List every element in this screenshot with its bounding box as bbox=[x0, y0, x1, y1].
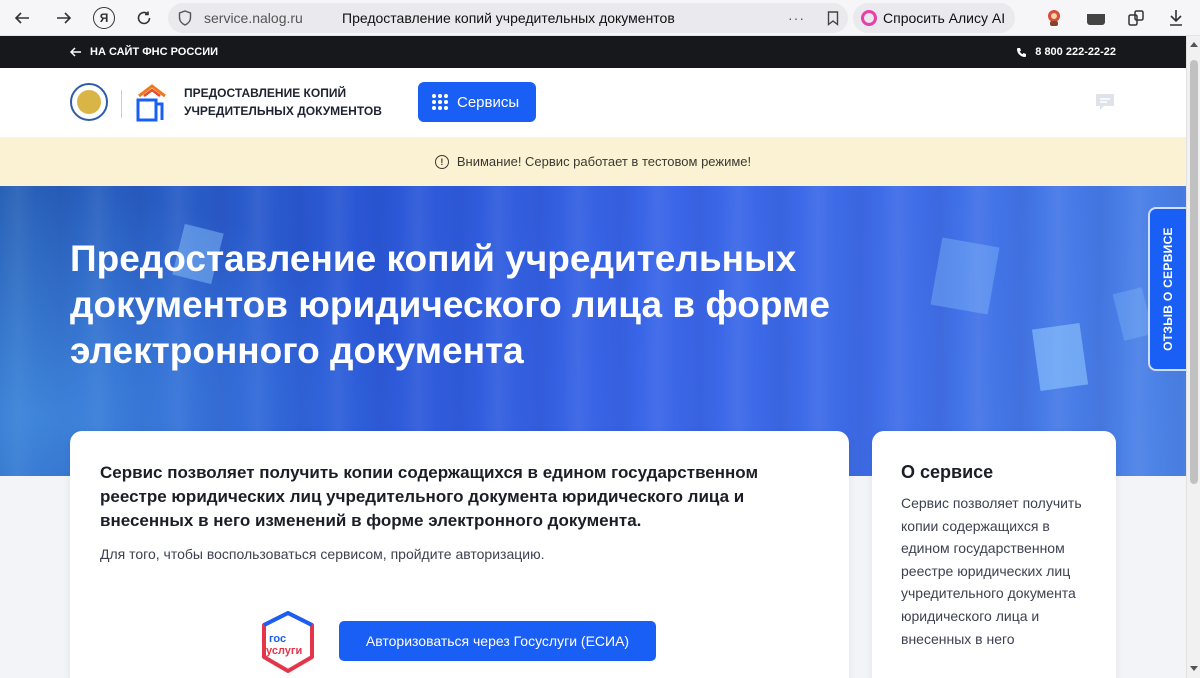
forward-arrow-icon[interactable] bbox=[44, 0, 84, 36]
page-scrollbar[interactable] bbox=[1186, 36, 1200, 678]
feedback-label: ОТЗЫВ О СЕРВИСЕ bbox=[1161, 227, 1176, 351]
url-domain: service.nalog.ru bbox=[204, 10, 303, 26]
download-icon[interactable] bbox=[1156, 0, 1196, 36]
back-to-fns-link[interactable]: НА САЙТ ФНС РОССИИ bbox=[70, 46, 218, 58]
site-header: ПРЕДОСТАВЛЕНИЕ КОПИЙ УЧРЕДИТЕЛЬНЫХ ДОКУМ… bbox=[0, 68, 1186, 137]
grid-icon bbox=[432, 93, 449, 111]
main-heading: Сервис позволяет получить копии содержащ… bbox=[100, 463, 759, 530]
about-title: О сервисе bbox=[901, 462, 994, 482]
ask-alice-button[interactable]: Спросить Алису AI bbox=[853, 3, 1015, 33]
scroll-down-icon[interactable] bbox=[1190, 666, 1198, 671]
arrow-left-icon bbox=[70, 47, 81, 57]
phone-label: 8 800 222-22-22 bbox=[1035, 46, 1116, 58]
warning-text: Внимание! Сервис работает в тестовом реж… bbox=[456, 154, 752, 169]
tab-bar-icon[interactable] bbox=[1076, 0, 1116, 36]
extension-icon[interactable] bbox=[1034, 0, 1074, 36]
service-logo-icon bbox=[136, 84, 166, 122]
fns-emblem-logo[interactable] bbox=[70, 83, 108, 121]
hero-title: Предоставление копий учредительных докум… bbox=[70, 238, 830, 371]
yandex-icon: Я bbox=[93, 6, 115, 29]
svg-text:гос: гос bbox=[269, 633, 286, 645]
back-to-fns-label: НА САЙТ ФНС РОССИИ bbox=[90, 46, 219, 58]
back-arrow-icon[interactable] bbox=[0, 0, 44, 36]
svg-text:услуги: услуги bbox=[266, 645, 302, 657]
decor-shape bbox=[1031, 322, 1089, 392]
decor-shape bbox=[930, 237, 1000, 315]
phone-icon bbox=[1017, 47, 1027, 57]
gosuslugi-logo: гос услуги bbox=[262, 611, 314, 673]
main-info-card: Сервис позволяет получить копии содержащ… bbox=[70, 431, 849, 678]
yandex-button[interactable]: Я bbox=[84, 0, 124, 36]
reload-icon[interactable] bbox=[124, 0, 164, 36]
services-button-label: Сервисы bbox=[457, 93, 520, 111]
esia-login-button[interactable]: Авторизоваться через Госуслуги (ЕСИА) bbox=[339, 621, 656, 661]
shield-icon bbox=[178, 10, 192, 26]
info-icon: ! bbox=[434, 154, 449, 169]
test-mode-warning: ! Внимание! Сервис работает в тестовом р… bbox=[0, 137, 1186, 186]
scrollbar-thumb[interactable] bbox=[1190, 60, 1198, 484]
services-button[interactable]: Сервисы bbox=[418, 82, 536, 122]
about-service-card: О сервисе Сервис позволяет получить копи… bbox=[872, 431, 1116, 678]
chat-icon[interactable] bbox=[1094, 91, 1116, 113]
address-bar[interactable]: service.nalog.ru Предоставление копий уч… bbox=[168, 3, 848, 33]
bookmark-icon[interactable] bbox=[818, 10, 848, 26]
about-text: Сервис позволяет получить копии содержащ… bbox=[901, 495, 1082, 647]
phone-number[interactable]: 8 800 222-22-22 bbox=[1016, 46, 1116, 58]
eagle-icon bbox=[77, 90, 101, 114]
auth-hint: Для того, чтобы воспользоваться сервисом… bbox=[100, 546, 545, 562]
service-title: ПРЕДОСТАВЛЕНИЕ КОПИЙ УЧРЕДИТЕЛЬНЫХ ДОКУМ… bbox=[184, 86, 382, 118]
page-tab-title: Предоставление копий учредительных докум… bbox=[342, 10, 675, 26]
alice-icon bbox=[861, 10, 877, 26]
divider bbox=[121, 90, 122, 118]
feedback-tab[interactable]: ОТЗЫВ О СЕРВИСЕ bbox=[1148, 207, 1186, 371]
collections-icon[interactable] bbox=[1116, 0, 1156, 36]
more-icon[interactable]: ··· bbox=[788, 10, 818, 26]
site-top-strip: НА САЙТ ФНС РОССИИ 8 800 222-22-22 bbox=[0, 36, 1186, 68]
browser-toolbar: Я service.nalog.ru Предоставление копий … bbox=[0, 0, 1200, 36]
scroll-up-icon[interactable] bbox=[1190, 42, 1198, 47]
ask-alice-label: Спросить Алису AI bbox=[883, 10, 1006, 26]
